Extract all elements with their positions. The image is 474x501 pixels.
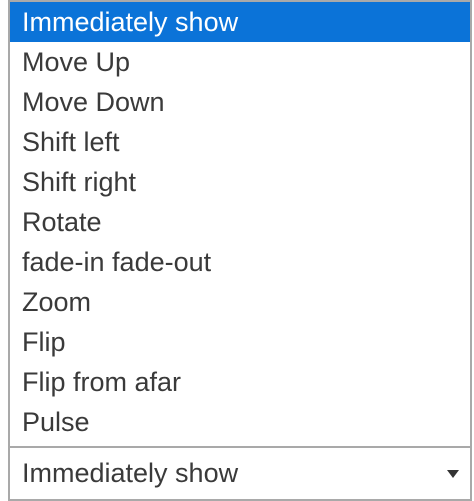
option-shift-left[interactable]: Shift left (10, 122, 470, 162)
option-fade-in-fade-out[interactable]: fade-in fade-out (10, 242, 470, 282)
option-zoom[interactable]: Zoom (10, 282, 470, 322)
chevron-down-icon[interactable] (446, 469, 460, 479)
option-rotate[interactable]: Rotate (10, 202, 470, 242)
dropdown-select-box[interactable]: Immediately show (10, 448, 470, 499)
option-immediately-show[interactable]: Immediately show (10, 2, 470, 42)
option-move-down[interactable]: Move Down (10, 82, 470, 122)
selected-value: Immediately show (22, 458, 239, 488)
animation-dropdown[interactable]: Immediately show Move Up Move Down Shift… (8, 0, 472, 501)
option-flip-from-afar[interactable]: Flip from afar (10, 362, 470, 402)
option-move-up[interactable]: Move Up (10, 42, 470, 82)
option-flip[interactable]: Flip (10, 322, 470, 362)
option-pulse[interactable]: Pulse (10, 402, 470, 442)
dropdown-options-list: Immediately show Move Up Move Down Shift… (10, 2, 470, 446)
option-shift-right[interactable]: Shift right (10, 162, 470, 202)
